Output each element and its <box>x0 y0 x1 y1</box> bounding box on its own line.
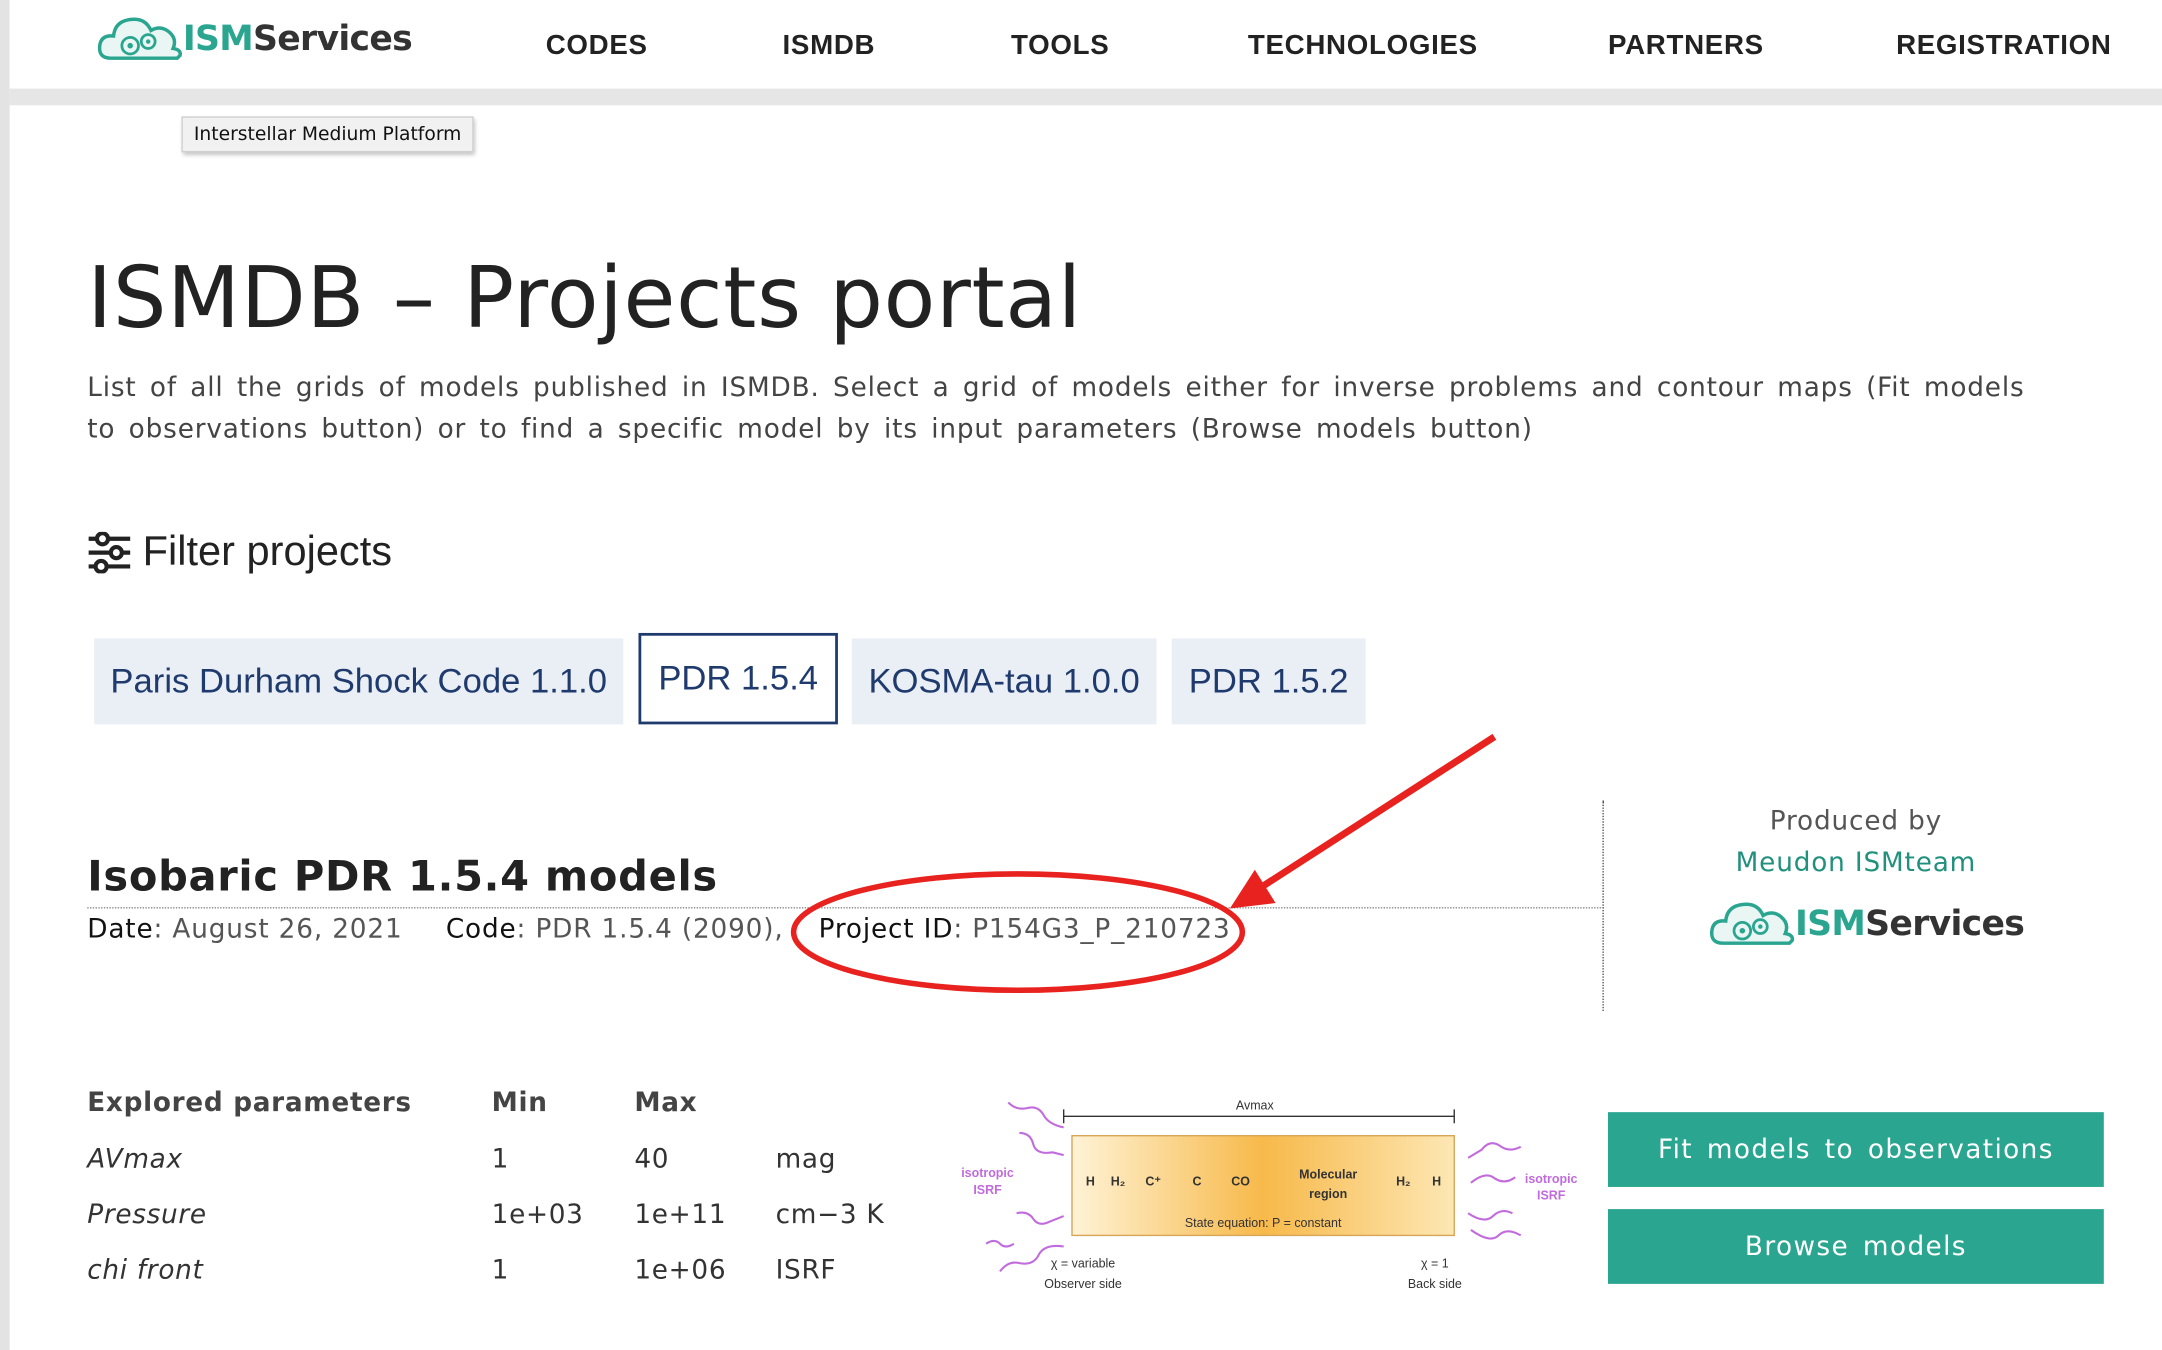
project-title: Isobaric PDR 1.5.4 models <box>87 853 718 902</box>
param-min: 1e+03 <box>491 1199 584 1230</box>
vertical-divider <box>1602 800 1604 1012</box>
parameters-header-row: Explored parameters Min Max <box>87 1087 928 1131</box>
sliders-icon <box>88 531 131 574</box>
nav-technologies[interactable]: TECHNOLOGIES <box>1248 30 1478 62</box>
chi-variable: χ = variable <box>1051 1256 1115 1270</box>
species-c: C <box>1192 1175 1201 1189</box>
filter-heading-text: Filter projects <box>142 529 393 575</box>
parameters-header-unit <box>776 1087 928 1131</box>
state-equation: State equation: P = constant <box>1185 1216 1342 1230</box>
navbar-bottom-border <box>9 88 2162 106</box>
chi-one: χ = 1 <box>1421 1256 1449 1270</box>
team-link[interactable]: Meudon ISMteam <box>1607 848 2106 878</box>
left-edge-bar <box>0 0 10 1350</box>
param-unit: mag <box>775 1144 837 1175</box>
logo-tooltip: Interstellar Medium Platform <box>181 116 474 153</box>
isrf-left-2: ISRF <box>973 1183 1002 1197</box>
isrf-right-waves <box>1467 1142 1522 1240</box>
parameters-header-min: Min <box>491 1087 548 1118</box>
page-title: ISMDB – Projects portal <box>87 249 1082 348</box>
produced-by-label: Produced by <box>1769 806 1943 837</box>
filter-option-pdr-152[interactable]: PDR 1.5.2 <box>1171 638 1366 725</box>
parameters-header-name: Explored parameters <box>87 1087 412 1118</box>
project-title-rule <box>87 907 1604 909</box>
logo-text-ism: ISM <box>182 17 254 58</box>
annotation-arrowhead <box>1229 869 1276 909</box>
site-logo[interactable]: ISMServices <box>97 12 413 62</box>
fit-models-button[interactable]: Fit models to observations <box>1607 1112 2104 1187</box>
page-description: List of all the grids of models publishe… <box>87 372 2025 445</box>
filter-option-pdr-154[interactable]: PDR 1.5.4 <box>638 632 838 725</box>
code-label: Code <box>445 914 517 945</box>
filter-heading: Filter projects <box>87 529 392 576</box>
browse-models-button[interactable]: Browse models <box>1607 1209 2104 1284</box>
filter-option-paris-durham[interactable]: Paris Durham Shock Code 1.1.0 <box>94 638 624 725</box>
filter-option-kosma-tau[interactable]: KOSMA-tau 1.0.0 <box>851 638 1157 725</box>
observer-side: Observer side <box>1044 1277 1122 1291</box>
pdr-slab-diagram: Avmax H H₂ C⁺ C CO Molecular region H₂ H… <box>961 1098 1578 1291</box>
param-name: AVmax <box>87 1144 183 1175</box>
param-name: Pressure <box>87 1199 207 1230</box>
species-co: CO <box>1231 1175 1250 1189</box>
species-h: H <box>1086 1175 1095 1189</box>
param-max: 1e+11 <box>634 1199 727 1230</box>
species-cplus: C⁺ <box>1145 1175 1161 1189</box>
isrf-right-1: isotropic <box>1525 1172 1578 1186</box>
nav-registration[interactable]: REGISTRATION <box>1896 30 2112 62</box>
species-h-right: H <box>1432 1175 1441 1189</box>
project-code: PDR 1.5.4 (2090), <box>535 914 784 945</box>
project-id: P154G3_P_210723 <box>972 914 1231 945</box>
molecular-line1: Molecular <box>1299 1168 1357 1182</box>
isrf-right-2: ISRF <box>1537 1188 1566 1202</box>
parameters-table: Explored parameters Min Max AVmax 1 40 m… <box>87 1087 928 1298</box>
producer-logo-text-services: Services <box>1865 902 2025 943</box>
cloud-gear-icon <box>97 17 182 60</box>
project-id-label: Project ID <box>818 914 954 945</box>
project-date: August 26, 2021 <box>172 914 403 945</box>
isrf-left-1: isotropic <box>961 1166 1014 1180</box>
date-label: Date <box>87 914 154 945</box>
table-row: chi front 1 1e+06 ISRF <box>87 1242 928 1297</box>
producer-logo-text-ism: ISM <box>1794 902 1866 943</box>
avmax-label: Avmax <box>1236 1098 1275 1112</box>
param-min: 1 <box>491 1144 510 1175</box>
table-row: AVmax 1 40 mag <box>87 1132 928 1187</box>
table-row: Pressure 1e+03 1e+11 cm−3 K <box>87 1187 928 1242</box>
nav-tools[interactable]: TOOLS <box>1011 30 1109 62</box>
param-unit: cm−3 K <box>775 1199 885 1230</box>
nav-codes[interactable]: CODES <box>546 30 648 62</box>
param-max: 40 <box>634 1144 670 1175</box>
annotation-arrow <box>1258 733 1497 891</box>
param-min: 1 <box>491 1254 510 1286</box>
param-max: 1e+06 <box>634 1254 727 1286</box>
producer-logo[interactable]: ISMServices <box>1709 897 2025 947</box>
param-name: chi front <box>87 1254 204 1286</box>
nav-ismdb[interactable]: ISMDB <box>783 30 876 62</box>
nav-partners[interactable]: PARTNERS <box>1608 30 1764 62</box>
logo-text-services: Services <box>253 17 413 58</box>
molecular-line2: region <box>1309 1187 1347 1201</box>
species-h2: H₂ <box>1111 1175 1126 1189</box>
param-unit: ISRF <box>775 1254 837 1286</box>
project-meta: Date: August 26, 2021 Code: PDR 1.5.4 (2… <box>87 914 1231 945</box>
back-side: Back side <box>1408 1277 1462 1291</box>
parameters-header-max: Max <box>634 1087 698 1118</box>
species-h2-right: H₂ <box>1396 1175 1411 1189</box>
cloud-gear-icon <box>1710 902 1795 945</box>
